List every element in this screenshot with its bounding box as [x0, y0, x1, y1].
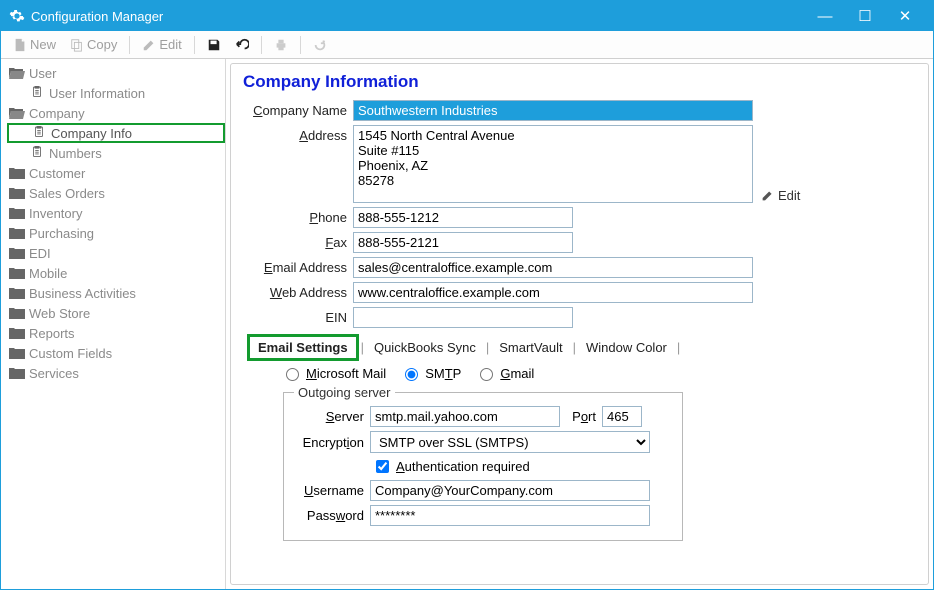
- titlebar: Configuration Manager — ☐ ✕: [1, 1, 933, 31]
- sidebar-item-customer[interactable]: Customer: [7, 163, 225, 183]
- password-input[interactable]: [370, 505, 650, 526]
- address-input[interactable]: [353, 125, 753, 203]
- email-input[interactable]: [353, 257, 753, 278]
- label-address: Address: [241, 125, 353, 143]
- copy-label: Copy: [87, 37, 117, 52]
- tab-bar: Email Settings|QuickBooks Sync|SmartVaul…: [247, 334, 918, 361]
- label-email: Email Address: [241, 257, 353, 275]
- close-button[interactable]: ✕: [885, 7, 925, 25]
- sidebar-item-purchasing[interactable]: Purchasing: [7, 223, 225, 243]
- sidebar-item-inventory[interactable]: Inventory: [7, 203, 225, 223]
- outgoing-legend: Outgoing server: [294, 385, 395, 400]
- new-label: New: [30, 37, 56, 52]
- copy-icon: [70, 38, 84, 52]
- server-input[interactable]: [370, 406, 560, 427]
- sidebar-item-services[interactable]: Services: [7, 363, 225, 383]
- refresh-icon: [313, 38, 327, 52]
- auth-required-checkbox[interactable]: [376, 460, 389, 473]
- edit-label: Edit: [159, 37, 181, 52]
- sidebar-item-company[interactable]: Company: [7, 103, 225, 123]
- radio-microsoft-mail[interactable]: Microsoft Mail: [281, 365, 386, 381]
- new-button[interactable]: New: [7, 35, 62, 54]
- tab-window-color[interactable]: Window Color: [578, 337, 675, 358]
- label-username: Username: [294, 483, 364, 498]
- username-input[interactable]: [370, 480, 650, 501]
- pencil-icon: [142, 38, 156, 52]
- email-settings-panel: Microsoft Mail SMTP Gmail Outgoing serve…: [281, 365, 918, 541]
- tab-email-settings[interactable]: Email Settings: [247, 334, 359, 361]
- window-title: Configuration Manager: [31, 9, 163, 24]
- ein-input[interactable]: [353, 307, 573, 328]
- label-web: Web Address: [241, 282, 353, 300]
- tab-quickbooks-sync[interactable]: QuickBooks Sync: [366, 337, 484, 358]
- save-button[interactable]: [201, 36, 227, 54]
- edit-address-label: Edit: [778, 188, 800, 203]
- sidebar-item-numbers[interactable]: Numbers: [7, 143, 225, 163]
- print-button[interactable]: [268, 36, 294, 54]
- label-fax: Fax: [241, 232, 353, 250]
- label-encryption: Encryption: [294, 435, 364, 450]
- encryption-select[interactable]: SMTP over SSL (SMTPS): [370, 431, 650, 453]
- app-window: Configuration Manager — ☐ ✕ New Copy Edi…: [0, 0, 934, 590]
- label-phone: Phone: [241, 207, 353, 225]
- page-title: Company Information: [243, 72, 918, 92]
- web-input[interactable]: [353, 282, 753, 303]
- outgoing-server-fieldset: Outgoing server Server Port Encryption S…: [283, 385, 683, 541]
- label-port: Port: [566, 409, 596, 424]
- edit-address-button[interactable]: Edit: [761, 188, 800, 203]
- tab-smartvault[interactable]: SmartVault: [491, 337, 570, 358]
- toolbar: New Copy Edit: [1, 31, 933, 59]
- sidebar-item-user[interactable]: User: [7, 63, 225, 83]
- label-auth: Authentication required: [396, 459, 530, 474]
- save-icon: [207, 38, 221, 52]
- label-ein: EIN: [241, 307, 353, 325]
- radio-smtp[interactable]: SMTP: [400, 365, 461, 381]
- company-name-input[interactable]: [353, 100, 753, 121]
- radio-gmail[interactable]: Gmail: [475, 365, 534, 381]
- sidebar-item-user-information[interactable]: User Information: [7, 83, 225, 103]
- label-company-name: Company Name: [241, 100, 353, 118]
- sidebar-item-web-store[interactable]: Web Store: [7, 303, 225, 323]
- copy-button[interactable]: Copy: [64, 35, 123, 54]
- sidebar-item-sales-orders[interactable]: Sales Orders: [7, 183, 225, 203]
- edit-button[interactable]: Edit: [136, 35, 187, 54]
- pencil-icon: [761, 189, 774, 202]
- minimize-button[interactable]: —: [805, 8, 845, 25]
- sidebar-tree: UserUser InformationCompanyCompany InfoN…: [1, 59, 226, 589]
- content-panel: Company Information Company Name Address…: [230, 63, 929, 585]
- label-server: Server: [294, 409, 364, 424]
- undo-button[interactable]: [229, 36, 255, 54]
- undo-icon: [235, 38, 249, 52]
- sidebar-item-company-info[interactable]: Company Info: [7, 123, 225, 143]
- maximize-button[interactable]: ☐: [845, 7, 885, 25]
- refresh-button[interactable]: [307, 36, 333, 54]
- gear-icon: [9, 8, 25, 24]
- file-icon: [13, 38, 27, 52]
- label-password: Password: [294, 508, 364, 523]
- sidebar-item-edi[interactable]: EDI: [7, 243, 225, 263]
- phone-input[interactable]: [353, 207, 573, 228]
- sidebar-item-mobile[interactable]: Mobile: [7, 263, 225, 283]
- sidebar-item-business-activities[interactable]: Business Activities: [7, 283, 225, 303]
- sidebar-item-custom-fields[interactable]: Custom Fields: [7, 343, 225, 363]
- sidebar-item-reports[interactable]: Reports: [7, 323, 225, 343]
- printer-icon: [274, 38, 288, 52]
- port-input[interactable]: [602, 406, 642, 427]
- fax-input[interactable]: [353, 232, 573, 253]
